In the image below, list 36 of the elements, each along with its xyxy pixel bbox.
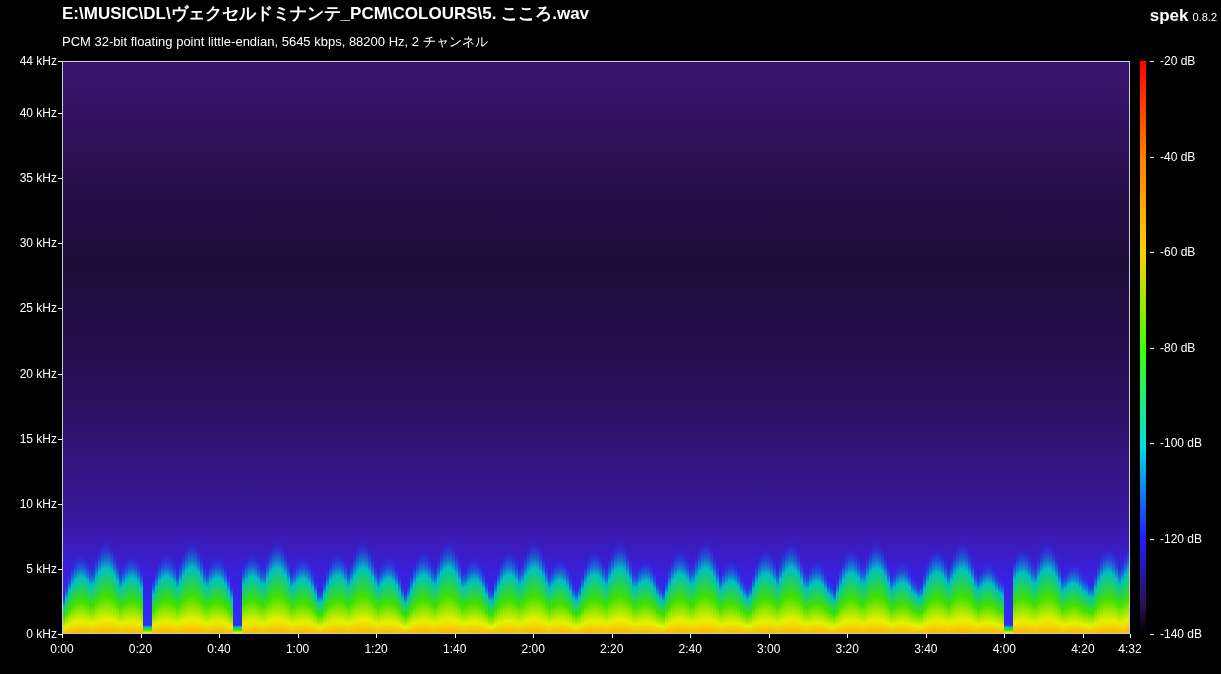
frequency-label: 40 kHz (19, 107, 57, 120)
time-label: 3:20 (835, 643, 859, 655)
decibel-label: -140 dB (1160, 628, 1203, 640)
time-label: 4:00 (992, 643, 1016, 655)
frequency-label: 0 kHz (26, 628, 57, 640)
frequency-label: 5 kHz (26, 562, 57, 575)
time-label: 4:32 (1118, 643, 1142, 655)
decibel-label: -100 dB (1160, 437, 1203, 449)
time-label: 0:00 (50, 643, 74, 655)
file-path-title: E:\MUSIC\DL\ヴェクセルドミナンテ_PCM\COLOURS\5. こころ.wav (62, 3, 590, 25)
frequency-label: 44 kHz (19, 55, 57, 67)
frequency-label: 35 kHz (19, 172, 57, 185)
decibel-label: -80 dB (1160, 341, 1196, 354)
decibel-label: -40 dB (1160, 150, 1196, 163)
app-name: spek (1149, 5, 1189, 27)
time-label: 0:20 (128, 643, 153, 655)
frequency-label: 20 kHz (19, 367, 57, 380)
frequency-label: 25 kHz (19, 302, 57, 315)
time-label: 2:20 (600, 643, 624, 655)
decibel-label: -20 dB (1160, 55, 1196, 67)
time-label: 3:00 (757, 643, 781, 655)
app-version: 0.8.2 (1192, 10, 1217, 25)
audio-format-info: PCM 32-bit floating point little-endian, 5645 kbps, 88200 Hz, 2 チャンネル (62, 33, 488, 51)
frequency-label: 10 kHz (19, 497, 57, 510)
decibel-label: -60 dB (1160, 246, 1196, 258)
time-label: 3:40 (914, 643, 938, 655)
time-label: 1:00 (285, 643, 310, 655)
decibel-label: -120 dB (1160, 532, 1203, 545)
time-label: 4:20 (1071, 643, 1095, 655)
frequency-label: 15 kHz (19, 432, 57, 445)
time-label: 2:40 (678, 643, 702, 655)
time-label: 1:20 (364, 643, 388, 655)
frequency-label: 30 kHz (19, 237, 57, 250)
time-label: 1:40 (442, 643, 467, 655)
time-label: 0:40 (207, 643, 231, 655)
time-label: 2:00 (521, 643, 545, 655)
